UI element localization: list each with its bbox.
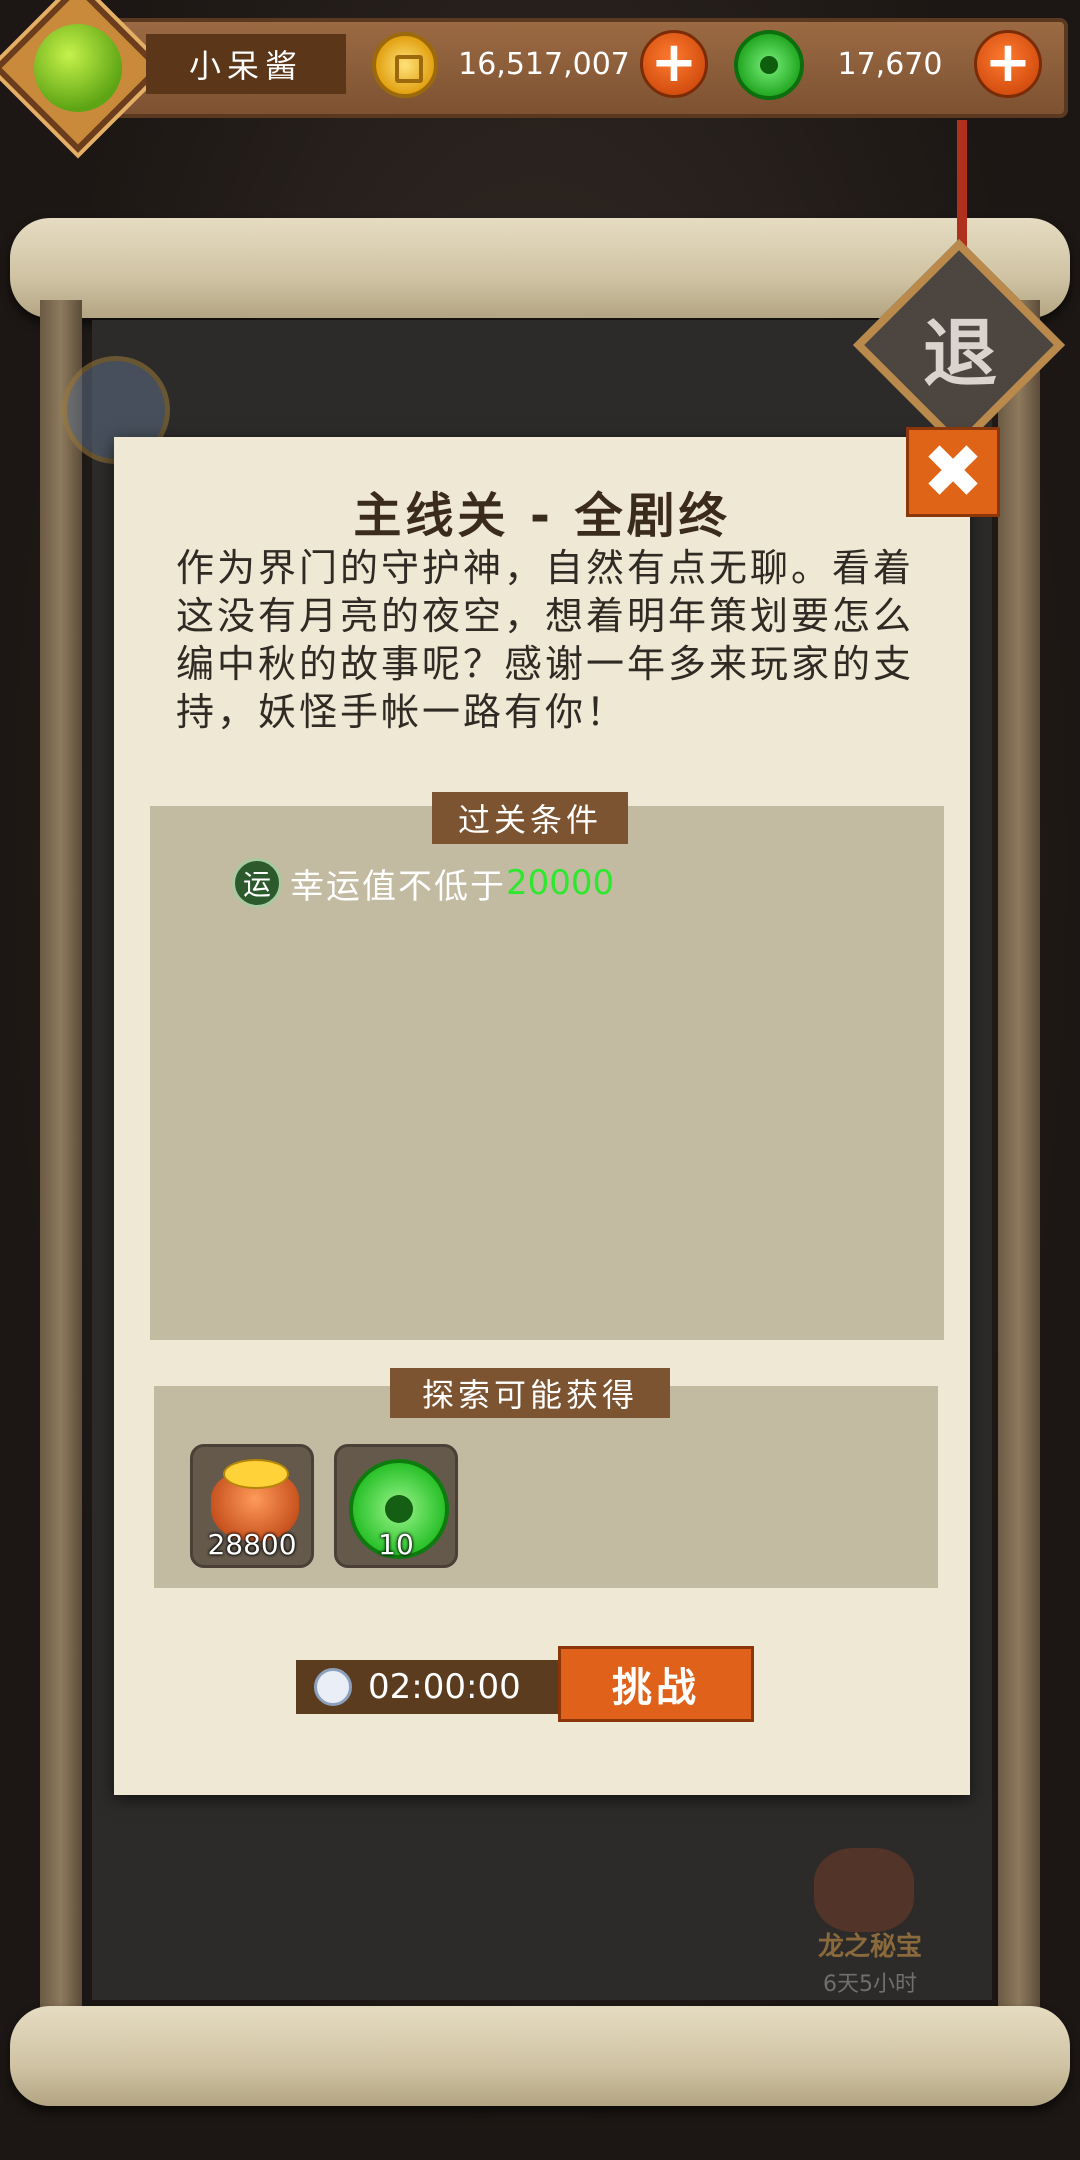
coin-icon	[372, 32, 438, 98]
stopwatch-icon	[314, 1668, 352, 1706]
exit-label[interactable]: 退	[900, 292, 1020, 402]
condition-text: 幸运值不低于	[290, 866, 506, 907]
reward-count: 28800	[207, 1528, 297, 1561]
scroll-bottom-rod	[10, 2006, 1070, 2106]
add-jade-button[interactable]: +	[974, 30, 1042, 98]
challenge-button[interactable]: 挑战	[558, 1646, 754, 1722]
add-coins-button[interactable]: +	[640, 30, 708, 98]
story-text: 作为界门的守护神，自然有点无聊。看着这没有月亮的夜空，想着明年策划要怎么编中秋的…	[176, 546, 915, 734]
timer-text: 02:00:00	[368, 1667, 521, 1707]
reward-jade[interactable]: 10	[334, 1444, 458, 1568]
condition-row: 运 幸运值不低于 20000	[232, 858, 614, 908]
jade-icon	[734, 30, 804, 100]
event-time-left: 6天5小时	[823, 1972, 917, 1997]
timer-bar: 02:00:00	[296, 1660, 558, 1714]
jade-amount: 17,670	[837, 46, 943, 82]
rewards-tab: 探索可能获得	[390, 1368, 670, 1418]
reward-gold-bag[interactable]: 28800	[190, 1444, 314, 1568]
dialog-title: 主线关 - 全剧终	[353, 488, 731, 544]
event-title: 龙之秘宝	[817, 1932, 922, 1962]
conditions-tab: 过关条件	[432, 792, 628, 844]
condition-value: 20000	[506, 863, 615, 903]
event-dragon-icon[interactable]	[814, 1848, 914, 1932]
scroll-left-side	[40, 300, 82, 2040]
scroll-right-side	[998, 300, 1040, 2040]
player-name: 小呆酱	[146, 34, 346, 94]
coin-amount: 16,517,007	[458, 46, 630, 82]
gold-coins-icon	[223, 1459, 289, 1489]
luck-icon: 运	[232, 858, 282, 908]
avatar[interactable]	[34, 24, 122, 112]
reward-count: 10	[378, 1528, 414, 1561]
